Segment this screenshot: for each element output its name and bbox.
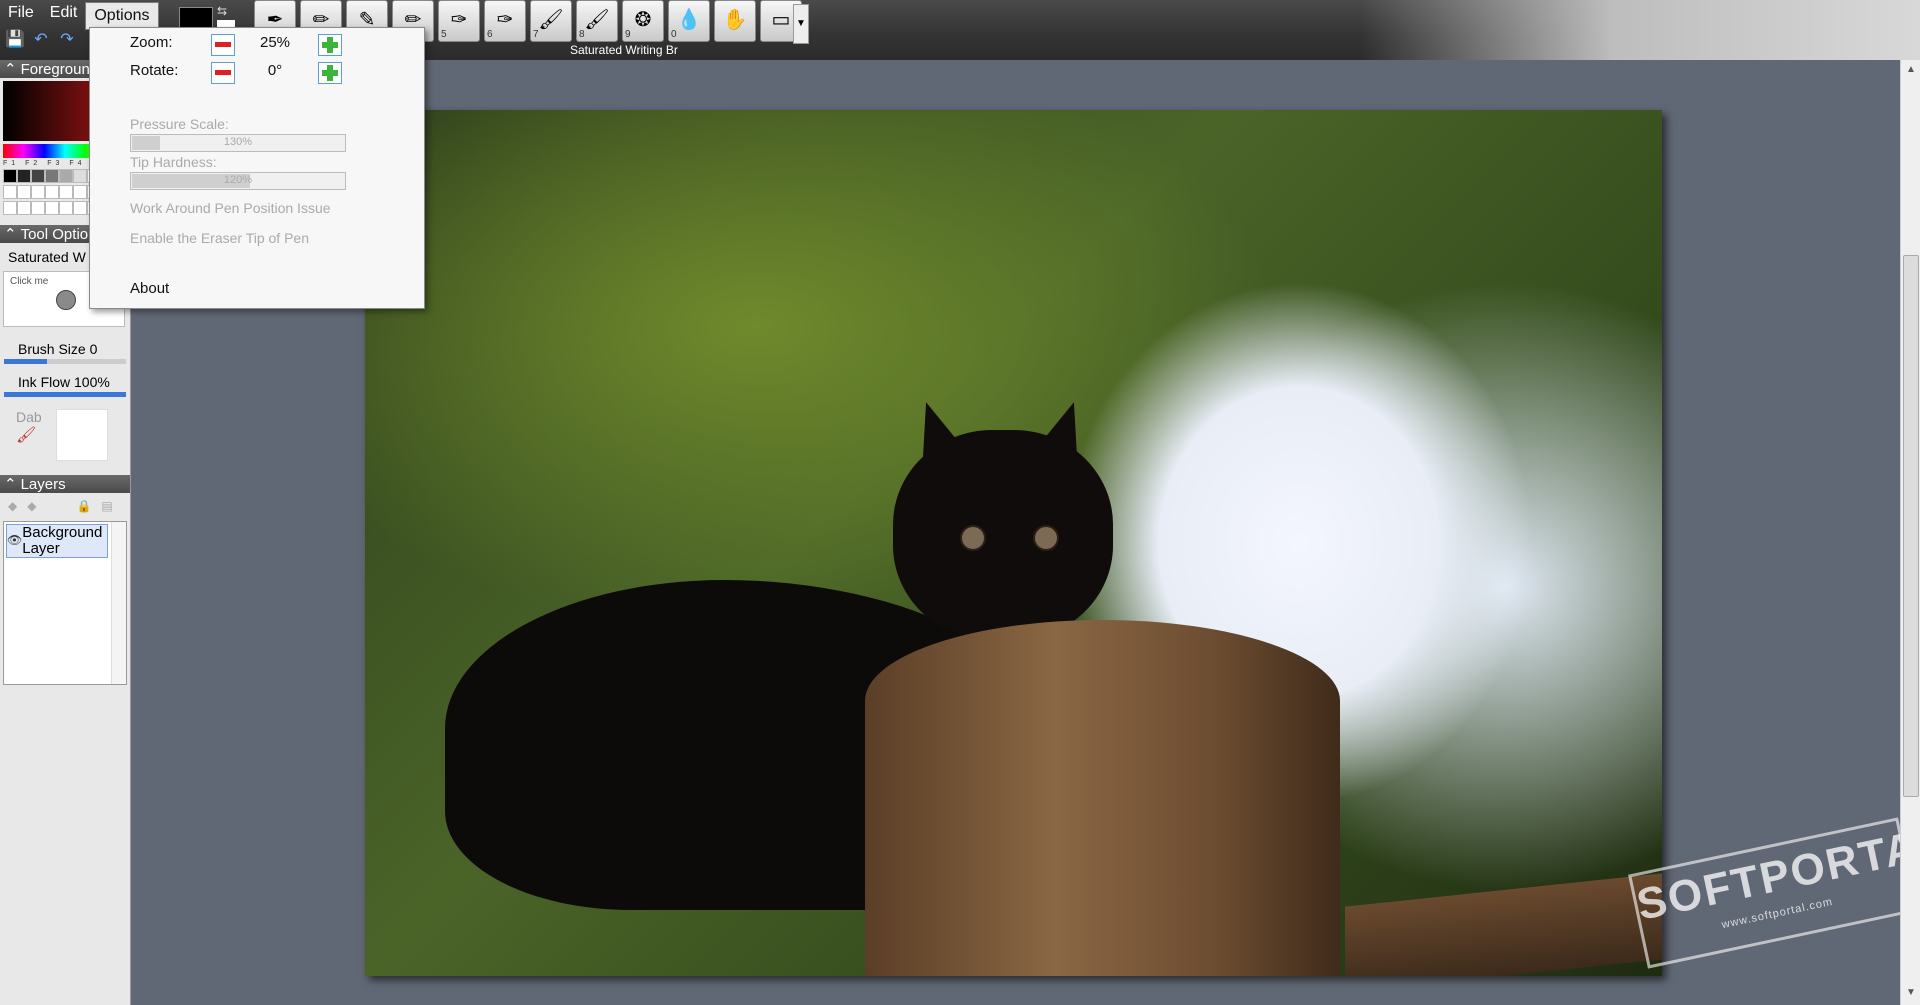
layer-list: 👁 Background Layer [3, 521, 127, 685]
click-me-label: Click me [10, 276, 49, 287]
rotate-value: 0° [267, 62, 283, 79]
zoom-value: 25% [259, 34, 291, 51]
menu-edit[interactable]: Edit [42, 0, 86, 26]
swap-colors-icon[interactable]: ⇆ [217, 4, 235, 18]
vertical-scrollbar[interactable]: ▲ ▼ [1900, 60, 1920, 1005]
cat-eye-left [960, 525, 986, 551]
water-drop-icon[interactable]: 💧 0 [668, 0, 710, 42]
tip-hardness-slider[interactable]: 120% [130, 172, 346, 190]
layer-item-background[interactable]: 👁 Background Layer [6, 524, 108, 558]
zoom-out-button[interactable] [211, 34, 235, 56]
layers-title: Layers [20, 475, 66, 493]
brush-size-label: Brush Size 0 [18, 341, 98, 357]
blender-icon[interactable]: ❂ 9 [622, 0, 664, 42]
brush-dropdown-arrow-icon[interactable]: ▼ [793, 4, 809, 44]
rotate-label: Rotate: [130, 62, 179, 79]
dab-preview[interactable] [55, 409, 108, 461]
menu-options[interactable]: Options [85, 2, 159, 30]
brush-number: 8 [579, 29, 585, 40]
wooden-beam [1345, 873, 1662, 976]
writing-brush-icon[interactable]: 🖌 8 [576, 0, 618, 42]
lock-layer-icon[interactable]: 🔒 [76, 499, 91, 513]
work-around-pen-option[interactable]: Work Around Pen Position Issue [130, 200, 331, 216]
smudge-icon[interactable]: ✋ [714, 0, 756, 42]
collapse-icon[interactable]: ⌃ [4, 225, 17, 243]
pressure-scale-label: Pressure Scale: [130, 116, 229, 132]
dab-brush-icon[interactable]: 🖌 [16, 425, 42, 445]
zoom-label: Zoom: [130, 34, 173, 51]
scroll-thumb[interactable] [1903, 255, 1919, 797]
airbrush-icon[interactable]: ✑ 5 [438, 0, 480, 42]
menu-file[interactable]: File [0, 0, 42, 26]
brush-number: 9 [625, 29, 631, 40]
brush-size-slider[interactable] [4, 359, 126, 364]
brush-number: 5 [441, 29, 447, 40]
tip-hardness-value: 120% [223, 174, 253, 186]
layer-name: Background Layer [22, 524, 103, 557]
collapse-icon[interactable]: ⌃ [4, 475, 17, 493]
options-dropdown: Zoom: 25% Rotate: 0° Pressure Scale: 130… [89, 27, 425, 309]
scroll-up-icon[interactable]: ▲ [1904, 64, 1918, 78]
rotate-left-button[interactable] [211, 62, 235, 84]
rotate-right-button[interactable] [318, 62, 342, 84]
layer-menu-icon[interactable]: ▤ [101, 499, 112, 513]
brush-icon[interactable]: 🖌 7 [530, 0, 572, 42]
enable-eraser-tip-option[interactable]: Enable the Eraser Tip of Pen [130, 230, 309, 246]
selected-brush-label: Saturated Writing Br [570, 43, 678, 57]
tip-hardness-label: Tip Hardness: [130, 154, 217, 170]
pressure-scale-value: 130% [223, 136, 253, 148]
brush-size-fill [4, 359, 47, 364]
move-layer-up-icon[interactable]: ◆ [8, 499, 17, 513]
layer-list-scrollbar[interactable] [111, 522, 126, 684]
ink-flow-label: Ink Flow 100% [18, 374, 110, 390]
undo-icon[interactable]: ↶ [30, 29, 52, 51]
layer-tools: ◆ ◆ 🔒 ▤ [0, 493, 130, 519]
ink-flow-fill [4, 392, 126, 397]
brush-number: 7 [533, 29, 539, 40]
brush-number: 0 [671, 29, 677, 40]
pressure-scale-slider[interactable]: 130% [130, 134, 346, 152]
dab-label: Dab [16, 409, 42, 425]
cat-head [893, 430, 1113, 640]
brush-number: 6 [487, 29, 493, 40]
wooden-post [865, 620, 1340, 976]
collapse-icon[interactable]: ⌃ [4, 60, 17, 78]
save-icon[interactable]: 💾 [4, 29, 26, 51]
airbrush-2-icon[interactable]: ✑ 6 [484, 0, 526, 42]
canvas-image[interactable] [365, 110, 1662, 976]
tool-options-title: Tool Optio [20, 225, 89, 243]
cat-eye-right [1033, 525, 1059, 551]
foreground-title: Foreground [20, 60, 99, 78]
brush-dot [56, 290, 76, 310]
ink-flow-slider[interactable] [4, 392, 126, 397]
quick-actions: 💾 ↶ ↷ [0, 29, 78, 55]
redo-icon[interactable]: ↷ [56, 29, 78, 51]
menu-bar: File Edit Options [0, 0, 159, 30]
decorative-banner [1360, 0, 1920, 60]
dab-section: Dab 🖌 [0, 397, 130, 461]
scroll-down-icon[interactable]: ▼ [1904, 987, 1918, 1001]
eye-icon[interactable]: 👁 [7, 525, 22, 547]
about-menu-item[interactable]: About [130, 280, 169, 297]
layers-header[interactable]: ⌃ Layers [0, 475, 130, 493]
zoom-in-button[interactable] [318, 34, 342, 56]
move-layer-down-icon[interactable]: ◆ [27, 499, 36, 513]
